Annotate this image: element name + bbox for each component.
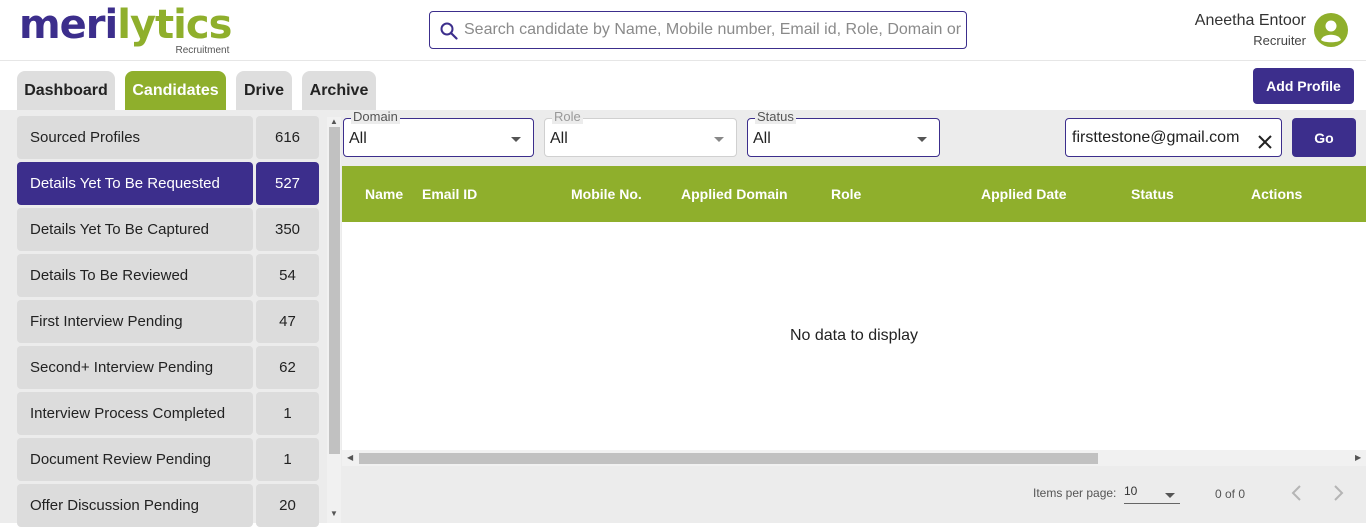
table-header-row: Name Email ID Mobile No. Applied Domain … [342, 166, 1366, 222]
candidate-search-box[interactable] [429, 11, 967, 49]
status-item-count[interactable]: 20 [256, 484, 319, 527]
dropdown-arrow-icon [511, 137, 521, 142]
tab-candidates[interactable]: Candidates [125, 71, 226, 111]
domain-select[interactable]: Domain All [343, 110, 534, 157]
email-filter-field[interactable]: firsttestone@gmail.com [1065, 118, 1282, 157]
items-per-page-select[interactable]: 10 [1124, 484, 1180, 504]
status-item-label[interactable]: Details Yet To Be Requested [17, 162, 253, 205]
scroll-left-arrow-icon[interactable]: ◀ [347, 453, 353, 462]
status-item-label[interactable]: Details To Be Reviewed [17, 254, 253, 297]
status-list-panel: Sourced Profiles 616 Details Yet To Be R… [0, 110, 342, 527]
candidate-search-input[interactable] [464, 16, 962, 44]
role-select-label: Role [552, 109, 583, 124]
status-item-count[interactable]: 62 [256, 346, 319, 389]
search-icon [440, 22, 458, 40]
tab-archive[interactable]: Archive [302, 71, 376, 111]
status-item-label[interactable]: Offer Discussion Pending [17, 484, 253, 527]
dropdown-arrow-icon [917, 137, 927, 142]
tab-dashboard[interactable]: Dashboard [17, 71, 115, 111]
scroll-down-arrow-icon[interactable]: ▼ [329, 509, 339, 519]
status-item-count[interactable]: 1 [256, 392, 319, 435]
column-header-applied-domain[interactable]: Applied Domain [681, 166, 788, 222]
app-header: merilytics Recruitment Aneetha Entoor Re… [0, 0, 1366, 61]
status-item-count[interactable]: 1 [256, 438, 319, 481]
empty-table-message: No data to display [789, 327, 919, 344]
domain-select-value: All [349, 130, 367, 147]
filter-bar: Domain All Role All Status All firsttest… [342, 110, 1366, 166]
status-item-count[interactable]: 54 [256, 254, 319, 297]
domain-select-label: Domain [351, 109, 400, 124]
status-item-count[interactable]: 350 [256, 208, 319, 251]
status-item-count[interactable]: 47 [256, 300, 319, 343]
scrollbar-thumb[interactable] [329, 127, 340, 454]
status-item-label[interactable]: Sourced Profiles [17, 116, 253, 159]
column-header-actions[interactable]: Actions [1251, 166, 1302, 222]
dropdown-arrow-icon [714, 137, 724, 142]
column-header-role[interactable]: Role [831, 166, 861, 222]
page-range-label: 0 of 0 [1215, 487, 1246, 501]
account-circle-icon[interactable] [1313, 12, 1349, 48]
table-paginator: Items per page: 10 0 of 0 [342, 466, 1366, 523]
status-item-label[interactable]: Interview Process Completed [17, 392, 253, 435]
items-per-page-label: Items per page: [1033, 486, 1117, 500]
status-select-label: Status [755, 109, 796, 124]
chevron-left-icon[interactable] [1290, 483, 1304, 503]
role-select-value: All [550, 130, 568, 147]
column-header-email[interactable]: Email ID [422, 166, 477, 222]
status-item-count[interactable]: 616 [256, 116, 319, 159]
merilytics-logo[interactable]: merilytics Recruitment [19, 2, 232, 56]
status-item-count[interactable]: 527 [256, 162, 319, 205]
user-info: Aneetha Entoor Recruiter [1195, 12, 1306, 48]
status-item-label[interactable]: First Interview Pending [17, 300, 253, 343]
table-horizontal-scrollbar[interactable]: ◀ ▶ [342, 450, 1366, 466]
add-profile-button[interactable]: Add Profile [1253, 68, 1354, 104]
status-select[interactable]: Status All [747, 110, 940, 157]
scrollbar-thumb[interactable] [359, 453, 1098, 464]
column-header-applied-date[interactable]: Applied Date [981, 166, 1067, 222]
status-item-label[interactable]: Details Yet To Be Captured [17, 208, 253, 251]
column-header-status[interactable]: Status [1131, 166, 1174, 222]
go-button[interactable]: Go [1292, 118, 1356, 157]
scroll-up-arrow-icon[interactable]: ▲ [329, 117, 339, 127]
dropdown-arrow-icon [1165, 493, 1175, 498]
column-header-mobile[interactable]: Mobile No. [571, 166, 642, 222]
role-select[interactable]: Role All [544, 110, 737, 157]
logo-text-lytics: lytics [117, 2, 232, 48]
close-icon[interactable] [1258, 135, 1272, 149]
tab-drive[interactable]: Drive [236, 71, 292, 111]
status-select-value: All [753, 130, 771, 147]
table-body: No data to display [342, 222, 1366, 450]
scroll-right-arrow-icon[interactable]: ▶ [1355, 453, 1361, 462]
status-list-scrollbar[interactable]: ▲ ▼ [327, 117, 341, 523]
items-per-page-value: 10 [1124, 484, 1138, 498]
chevron-right-icon[interactable] [1331, 483, 1345, 503]
status-item-label[interactable]: Document Review Pending [17, 438, 253, 481]
logo-subtitle: Recruitment [175, 45, 230, 56]
status-item-label[interactable]: Second+ Interview Pending [17, 346, 253, 389]
logo-text-meri: meri [19, 2, 118, 48]
user-name: Aneetha Entoor [1194, 12, 1306, 29]
user-role: Recruiter [1253, 33, 1306, 48]
column-header-name[interactable]: Name [365, 166, 403, 222]
email-filter-value[interactable]: firsttestone@gmail.com [1072, 129, 1239, 147]
